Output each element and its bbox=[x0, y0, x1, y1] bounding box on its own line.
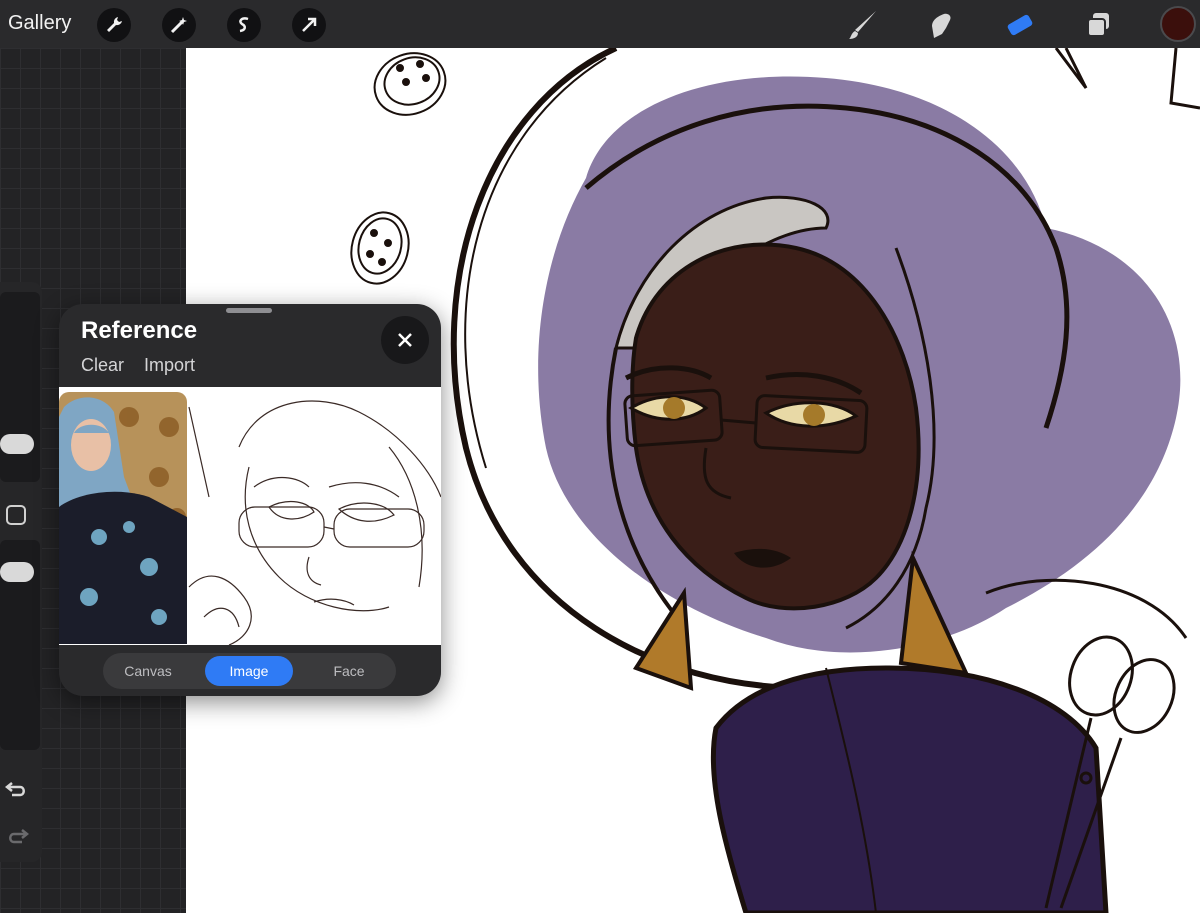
undo-icon[interactable] bbox=[4, 775, 30, 801]
reference-mode-tabs: Canvas Image Face bbox=[103, 653, 396, 689]
reference-panel[interactable]: Reference Clear Import Canvas Image Face bbox=[59, 304, 441, 696]
eraser-icon[interactable] bbox=[1000, 6, 1038, 44]
shirt bbox=[710, 665, 1109, 913]
top-toolbar: Gallery bbox=[0, 0, 1200, 48]
brush-size-thumb[interactable] bbox=[0, 434, 34, 454]
button-doodle-2 bbox=[350, 211, 410, 285]
earring-left bbox=[632, 586, 694, 691]
brush-icon[interactable] bbox=[844, 6, 882, 44]
tab-image[interactable]: Image bbox=[205, 656, 293, 686]
panel-drag-handle[interactable] bbox=[226, 308, 272, 313]
gallery-button[interactable]: Gallery bbox=[8, 12, 71, 35]
color-picker-button[interactable] bbox=[1160, 6, 1196, 42]
import-button[interactable]: Import bbox=[144, 355, 195, 376]
reference-image bbox=[59, 392, 441, 645]
smudge-icon[interactable] bbox=[922, 6, 960, 44]
modify-square-icon[interactable] bbox=[6, 505, 26, 525]
selection-icon[interactable] bbox=[227, 8, 261, 42]
reference-image-area[interactable] bbox=[59, 387, 441, 645]
redo-icon[interactable] bbox=[4, 822, 30, 848]
magic-wand-icon[interactable] bbox=[162, 8, 196, 42]
reference-title: Reference bbox=[81, 317, 198, 344]
layers-icon[interactable] bbox=[1080, 6, 1118, 44]
close-button[interactable] bbox=[381, 316, 429, 364]
wrench-icon[interactable] bbox=[97, 8, 131, 42]
tab-face[interactable]: Face bbox=[305, 656, 393, 686]
close-icon bbox=[398, 333, 412, 347]
clear-button[interactable]: Clear bbox=[81, 355, 124, 376]
button-doodle-1 bbox=[373, 52, 447, 116]
transform-arrow-icon[interactable] bbox=[292, 8, 326, 42]
opacity-thumb[interactable] bbox=[0, 562, 34, 582]
tab-canvas[interactable]: Canvas bbox=[104, 656, 192, 686]
